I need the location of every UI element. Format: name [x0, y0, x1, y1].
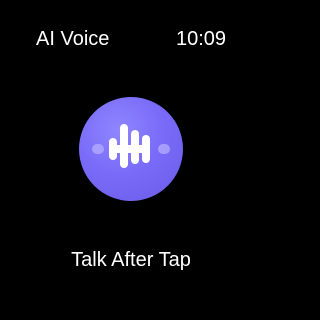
waveform-icon: [92, 124, 170, 168]
talk-hint-text: Talk After Tap: [71, 249, 191, 271]
header-bar: AI Voice 10:09: [0, 0, 260, 70]
voice-record-button[interactable]: [79, 97, 183, 201]
clock-time: 10:09: [176, 28, 227, 50]
watch-screen: AI Voice 10:09 Talk After Tap: [0, 0, 260, 320]
waveform-bar: [92, 144, 104, 154]
app-title: AI Voice: [36, 28, 110, 50]
waveform-band: [109, 145, 150, 153]
waveform-bar: [158, 144, 170, 154]
